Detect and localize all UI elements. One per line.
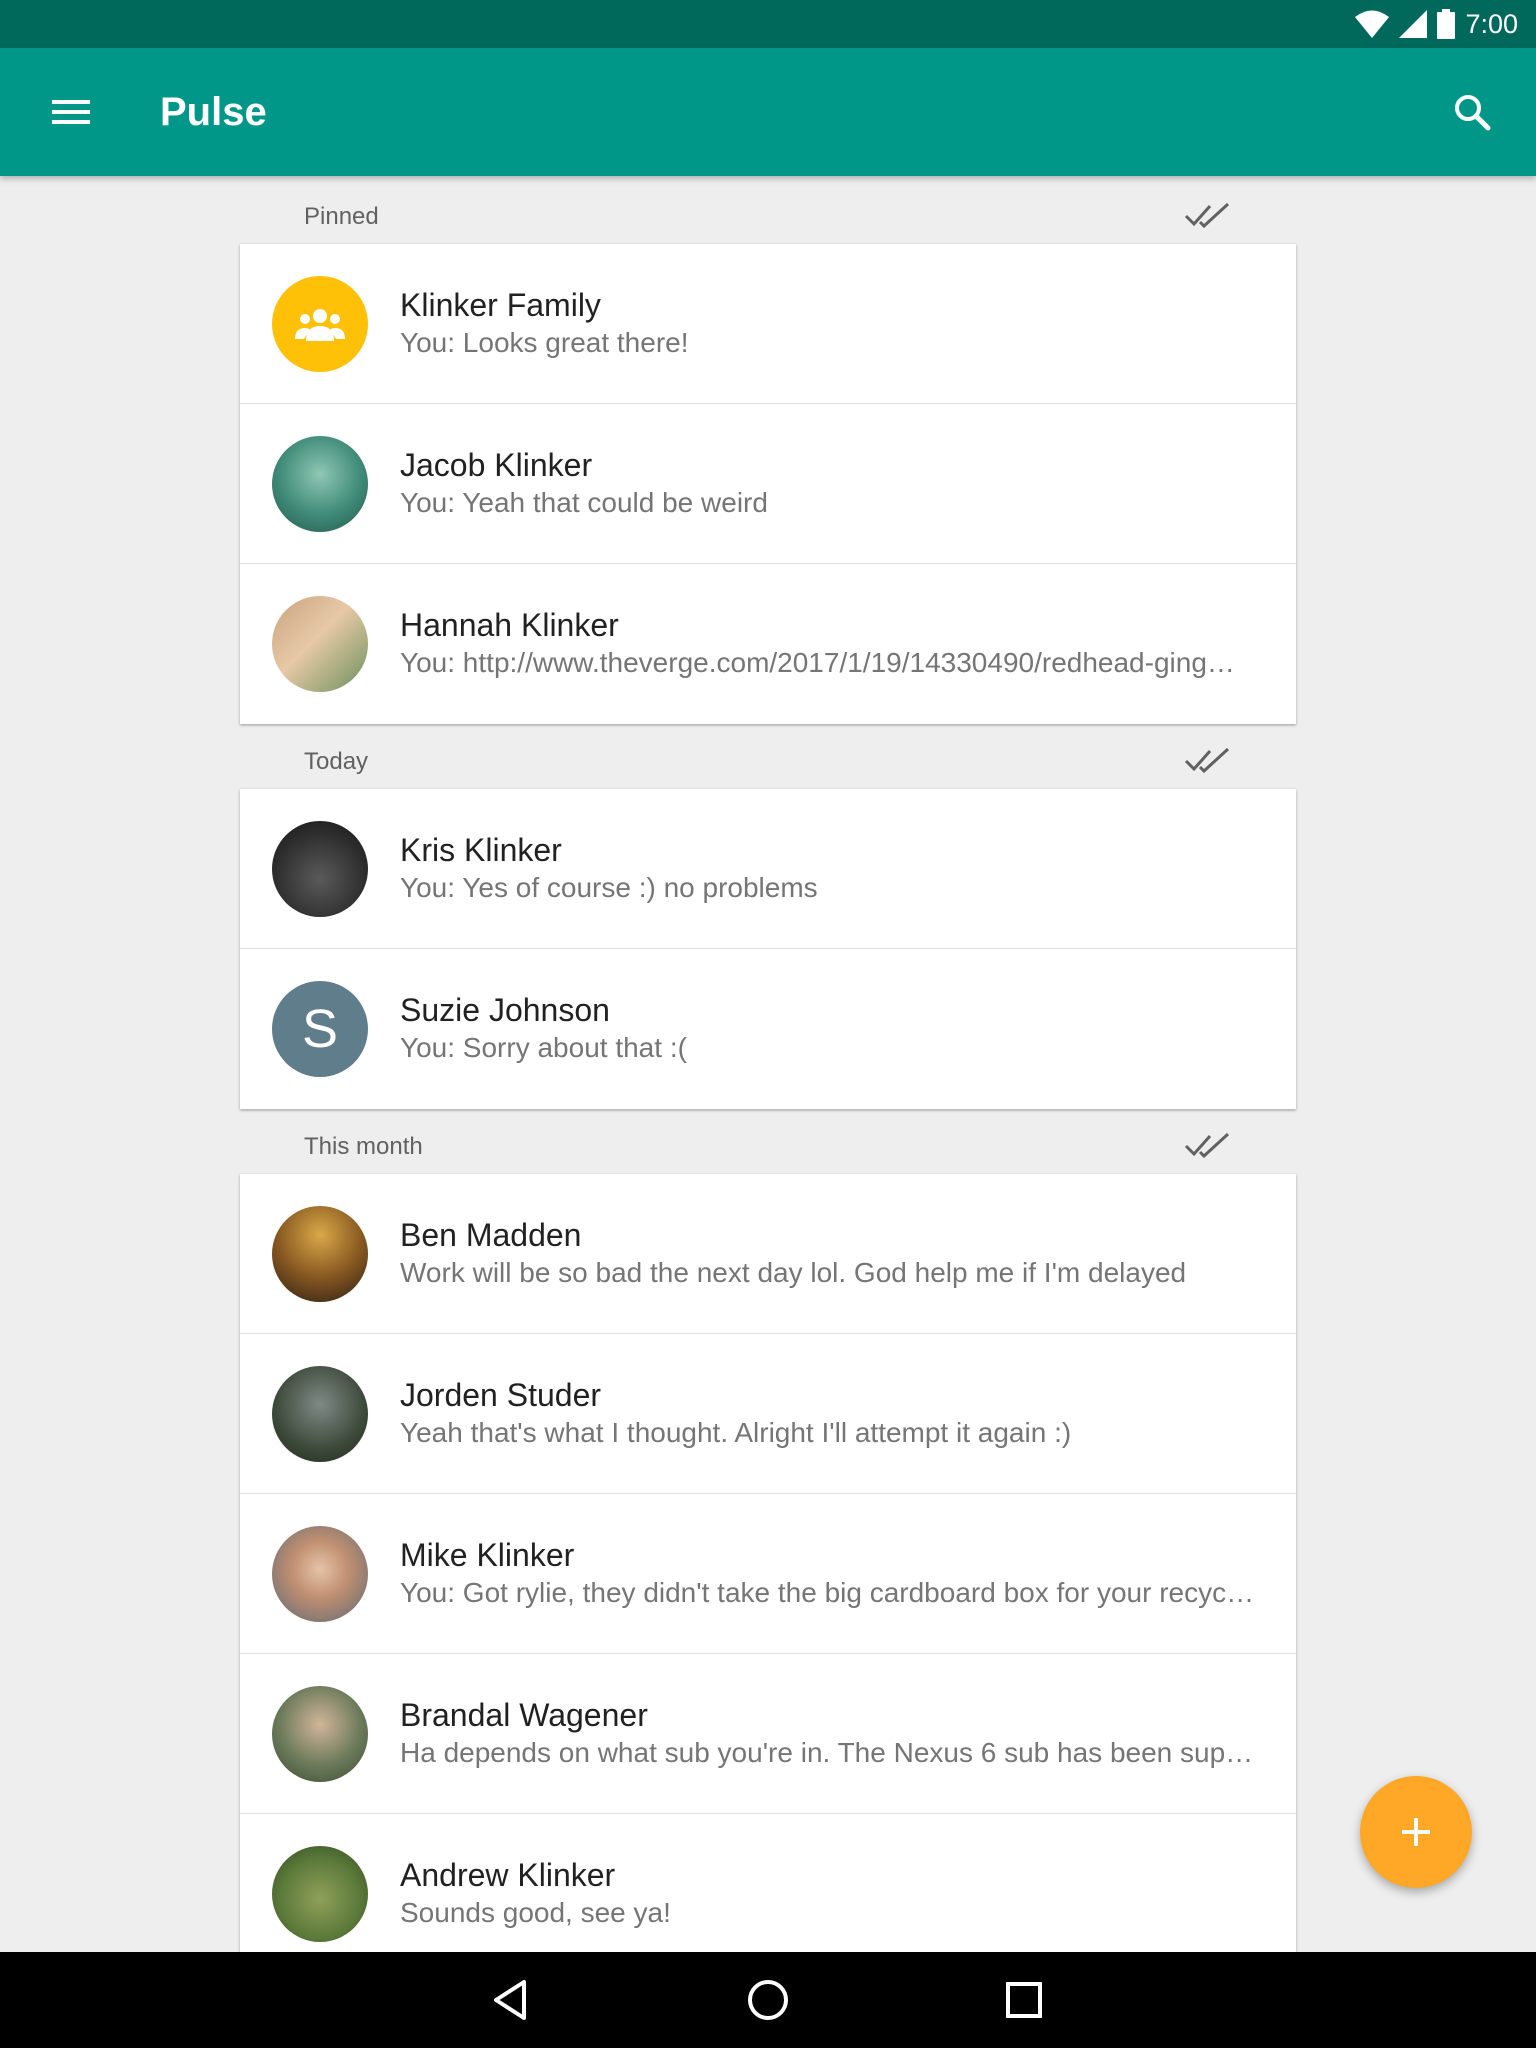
conversation-row[interactable]: Jorden Studer Yeah that's what I thought… xyxy=(240,1334,1296,1494)
contact-name: Ben Madden xyxy=(400,1217,582,1253)
status-bar: 7:00 xyxy=(0,0,1536,48)
section-label: Today xyxy=(304,748,369,775)
group-icon xyxy=(295,309,345,341)
avatar xyxy=(272,596,368,692)
search-icon[interactable] xyxy=(1448,88,1496,136)
conversation-row[interactable]: Brandal Wagener Ha depends on what sub y… xyxy=(240,1654,1296,1814)
mark-read-icon[interactable] xyxy=(1184,198,1234,234)
plus-icon xyxy=(1402,1818,1430,1846)
contact-name: Kris Klinker xyxy=(400,832,562,868)
conversation-card-today: Kris Klinker You: Yes of course :) no pr… xyxy=(240,789,1296,1109)
system-nav-bar xyxy=(0,1952,1536,2048)
back-icon[interactable] xyxy=(488,1976,536,2024)
message-snippet: You: Got rylie, they didn't take the big… xyxy=(400,1577,1260,1608)
message-snippet: Sounds good, see ya! xyxy=(400,1897,671,1928)
section-label: Pinned xyxy=(304,203,379,230)
mark-read-icon[interactable] xyxy=(1184,1128,1234,1164)
avatar xyxy=(272,1366,368,1462)
signal-icon xyxy=(1399,10,1428,38)
conversation-list[interactable]: Pinned Klinker Family You: Looks great t… xyxy=(0,176,1536,1952)
contact-name: Mike Klinker xyxy=(400,1537,575,1573)
contact-name: Brandal Wagener xyxy=(400,1697,648,1733)
contact-name: Suzie Johnson xyxy=(400,992,610,1028)
contact-name: Klinker Family xyxy=(400,287,601,323)
message-snippet: You: Sorry about that :( xyxy=(400,1032,687,1063)
section-header-this-month: This month xyxy=(240,1120,1296,1180)
status-time: 7:00 xyxy=(1465,9,1518,39)
conversation-row[interactable]: S Suzie Johnson You: Sorry about that :( xyxy=(240,949,1296,1109)
home-icon[interactable] xyxy=(744,1976,792,2024)
conversation-row[interactable]: Mike Klinker You: Got rylie, they didn't… xyxy=(240,1494,1296,1654)
conversation-row[interactable]: Klinker Family You: Looks great there! xyxy=(240,244,1296,404)
message-snippet: You: Looks great there! xyxy=(400,327,689,358)
section-header-today: Today xyxy=(240,735,1296,795)
message-snippet: Yeah that's what I thought. Alright I'll… xyxy=(400,1417,1072,1448)
conversation-row[interactable]: Ben Madden Work will be so bad the next … xyxy=(240,1174,1296,1334)
recents-icon[interactable] xyxy=(1000,1976,1048,2024)
avatar-letter: S xyxy=(301,999,339,1059)
wifi-icon xyxy=(1355,10,1390,38)
message-snippet: You: Yeah that could be weird xyxy=(400,487,768,518)
contact-name: Jorden Studer xyxy=(400,1377,602,1413)
app-title: Pulse xyxy=(160,90,267,134)
section-header-pinned: Pinned xyxy=(240,190,1296,250)
app-toolbar: Pulse xyxy=(0,48,1536,176)
avatar xyxy=(272,436,368,532)
contact-name: Andrew Klinker xyxy=(400,1857,616,1893)
avatar xyxy=(272,1206,368,1302)
message-snippet: Ha depends on what sub you're in. The Ne… xyxy=(400,1737,1260,1768)
conversation-card-pinned: Klinker Family You: Looks great there! J… xyxy=(240,244,1296,724)
conversation-row[interactable]: Hannah Klinker You: http://www.theverge.… xyxy=(240,564,1296,724)
avatar xyxy=(272,821,368,917)
message-snippet: You: Yes of course :) no problems xyxy=(400,872,818,903)
letter-avatar: S xyxy=(272,981,368,1077)
conversation-row[interactable]: Jacob Klinker You: Yeah that could be we… xyxy=(240,404,1296,564)
status-icons: 7:00 xyxy=(1355,8,1518,40)
avatar xyxy=(272,1686,368,1782)
message-snippet: You: http://www.theverge.com/2017/1/19/1… xyxy=(400,647,1235,678)
new-conversation-button[interactable] xyxy=(1360,1776,1472,1888)
battery-icon xyxy=(1437,9,1456,39)
conversation-row[interactable]: Kris Klinker You: Yes of course :) no pr… xyxy=(240,789,1296,949)
avatar xyxy=(272,1526,368,1622)
conversation-row[interactable]: Andrew Klinker Sounds good, see ya! xyxy=(240,1814,1296,1952)
message-snippet: Work will be so bad the next day lol. Go… xyxy=(400,1257,1187,1288)
conversation-card-this-month: Ben Madden Work will be so bad the next … xyxy=(240,1174,1296,1952)
contact-name: Hannah Klinker xyxy=(400,607,619,643)
hamburger-menu-icon[interactable] xyxy=(44,88,100,136)
contact-name: Jacob Klinker xyxy=(400,447,593,483)
avatar xyxy=(272,1846,368,1942)
mark-read-icon[interactable] xyxy=(1184,743,1234,779)
group-avatar xyxy=(272,276,368,372)
section-label: This month xyxy=(304,1133,423,1160)
